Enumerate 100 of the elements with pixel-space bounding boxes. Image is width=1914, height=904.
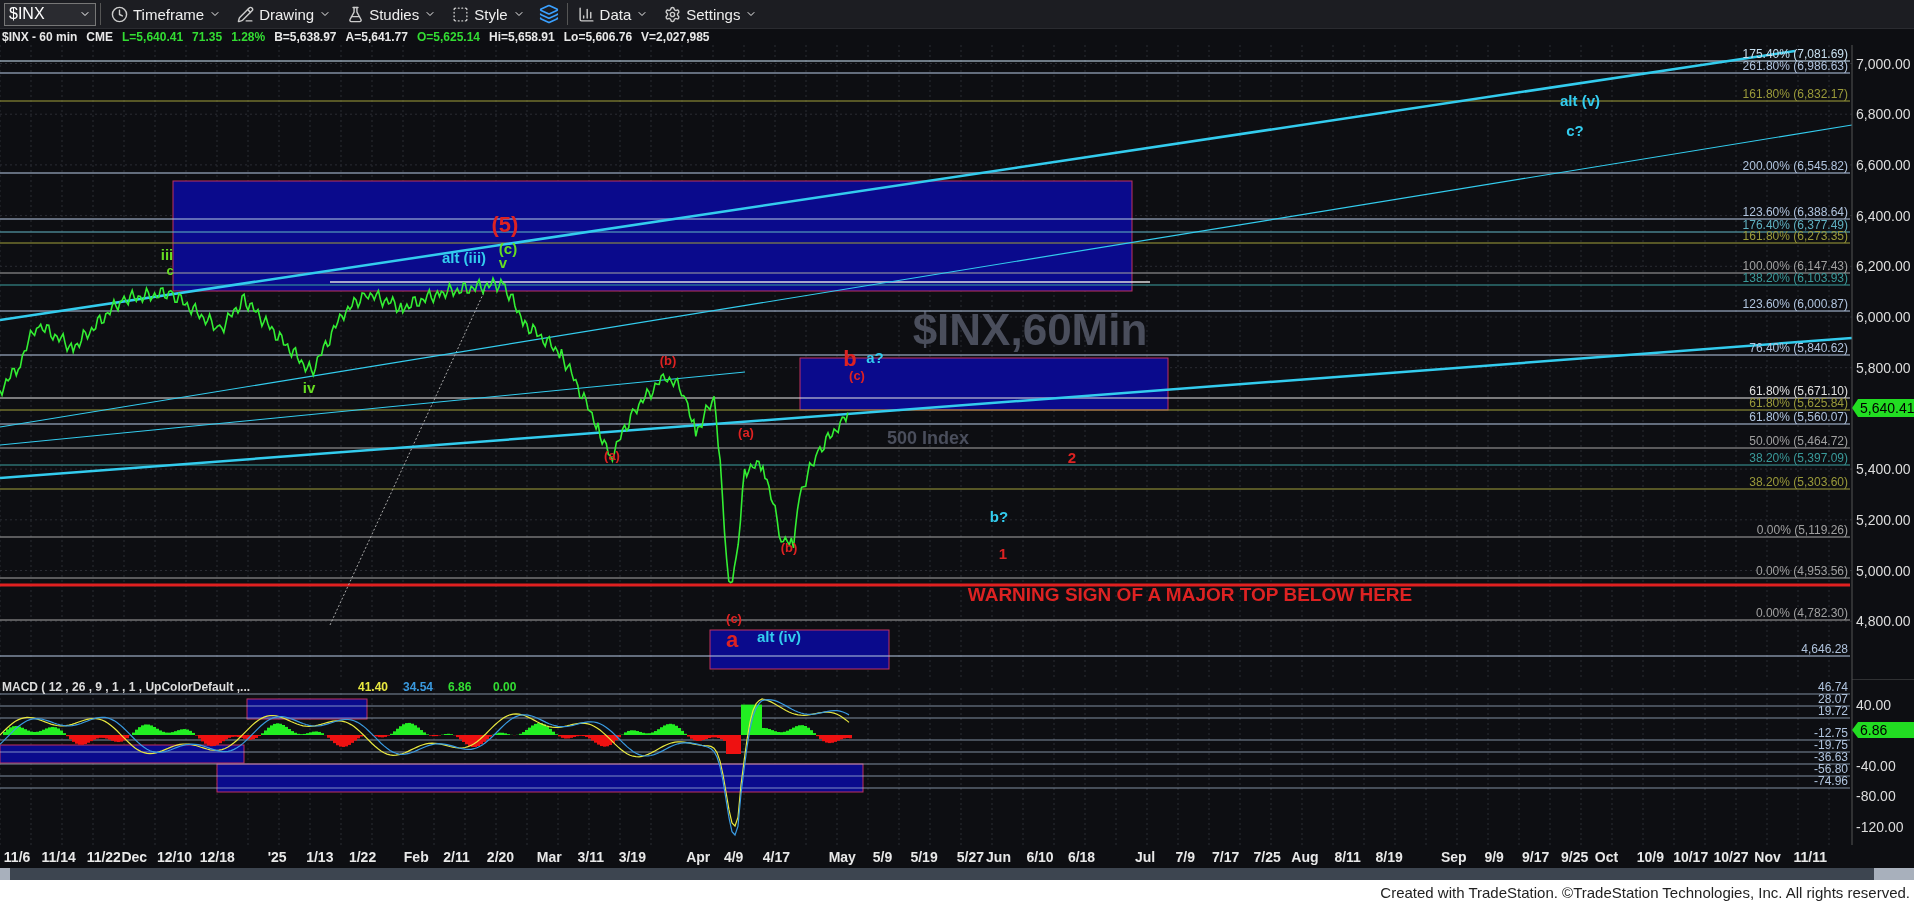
price-axis-label: 6,000.00 [1856,309,1911,325]
fib-level-label: 61.80% (5,625.84) [1749,396,1848,410]
fib-level-label: 123.60% (6,388.64) [1742,205,1848,219]
time-axis-label: 11/14 [41,849,76,865]
time-axis-label: Oct [1594,849,1619,865]
macd-level-label: -56.80 [1813,762,1848,776]
toolbar-menu[interactable]: Timeframe [105,2,228,26]
pencil-icon [237,5,255,23]
quote-value: 71.35 [192,30,223,44]
wave-label: c [166,263,174,278]
time-axis-label: 11/11 [1793,849,1828,865]
fib-level-label: 261.80% (6,986.63) [1742,59,1848,73]
scrollbar[interactable] [0,868,1914,880]
macd-level-label: 46.74 [1817,680,1848,694]
time-axis-label: 7/17 [1211,849,1240,865]
price-axis-label: 7,000.00 [1856,55,1911,72]
macd-level-label: 28.07 [1817,692,1848,706]
quote-value: CME [86,30,114,44]
fib-level-label: 123.60% (6,000.87) [1742,297,1848,311]
fib-level-label: 50.00% (5,464.72) [1749,434,1848,448]
macd-value: 0.00 [493,680,517,694]
time-axis-label: Sep [1441,849,1467,865]
toolbar-menu[interactable]: Studies [341,2,443,26]
time-axis-label: 8/11 [1334,849,1361,865]
chart-watermark: 500 Index [887,428,969,448]
fib-level-label: 200.00% (6,545.82) [1742,159,1848,173]
time-axis-label: Dec [121,849,148,865]
fib-level-label: 176.40% (6,377.49) [1742,218,1848,232]
macd-value: 6.86 [448,680,472,694]
quote-value: O=5,625.14 [416,30,480,44]
time-axis-label: 9/25 [1561,849,1589,865]
flask-icon [347,5,365,23]
wave-label: iv [302,379,316,396]
time-axis-label: 3/19 [618,849,646,865]
dashed-square-icon [452,5,470,23]
wave-label: b? [989,508,1009,525]
macd-title: MACD ( 12 , 26 , 9 , 1 , 1 , UpColorDefault ,... [2,680,251,694]
time-axis-label: 1/13 [306,849,334,865]
time-axis-label: 5/19 [910,849,938,865]
time-axis-label: 2/11 [443,849,470,865]
clock-icon [111,5,128,23]
time-axis-label: 4/9 [723,849,744,865]
wave-label: (a) [738,425,754,440]
macd-value: 34.54 [403,680,434,694]
time-axis-label: 7/25 [1253,849,1281,865]
time-axis-label: May [828,849,856,865]
settings-icon [664,5,682,23]
wave-label: 2 [1067,449,1077,466]
fib-level-label: 161.80% (6,832.17) [1742,87,1848,101]
price-axis-label: 6,400.00 [1856,207,1911,224]
wave-label: 1 [998,545,1008,562]
time-axis-label: Aug [1291,849,1319,865]
macd-level-label: -36.63 [1813,750,1848,764]
fib-level-label: 100.00% (6,147.43) [1742,259,1848,273]
time-axis-label: 5/9 [872,849,893,865]
price-axis-label: 5,200.00 [1856,511,1911,528]
time-axis-label: 10/17 [1673,849,1709,865]
toolbar-menu[interactable]: Drawing [231,2,338,26]
time-axis-label: 9/9 [1484,849,1504,865]
time-axis-label: Mar [536,849,562,865]
macd-axis-label: -120.00 [1856,819,1904,835]
fib-level-label: 61.80% (5,560.07) [1749,410,1848,424]
price-axis-label: 5,000.00 [1856,562,1911,579]
time-axis-label: 4/17 [762,849,790,865]
bar-chart-icon [577,5,595,23]
price-axis-label: 5,400.00 [1856,461,1911,478]
fib-level-label: 138.20% (6,103.93) [1742,271,1848,285]
symbol-dropdown[interactable]: $INX [4,2,96,26]
time-axis-label: 6/18 [1067,849,1096,865]
macd-axis-label: -40.00 [1856,758,1896,774]
toolbar-menu[interactable]: Settings [658,2,764,26]
price-axis-label: 6,600.00 [1856,156,1911,173]
time-axis-label: Nov [1754,849,1781,865]
quote-value: Hi=5,658.91 [489,30,555,44]
toolbar-menu[interactable]: Style [446,2,531,26]
fib-level-label: 0.00% (4,953.56) [1755,564,1848,578]
time-axis-label: 12/18 [199,849,235,865]
time-axis-label: 5/27 [956,849,985,865]
footer-text: Created with TradeStation. ©TradeStation Technologies, Inc. All rights reserved. [1380,883,1910,901]
time-axis-label: 3/11 [577,849,605,865]
toolbar-menu[interactable]: Data [571,2,655,26]
time-axis-label: Jun [986,849,1011,865]
time-axis-label: 10/27 [1713,849,1749,865]
price-axis-label: 6,800.00 [1856,106,1911,123]
time-axis-label: '25 [267,849,287,865]
macd-axis-label: -80.00 [1856,788,1896,804]
wave-label: c? [1566,122,1584,139]
wave-label: iii [160,246,174,263]
macd-level-label: -19.75 [1813,738,1848,752]
time-axis-label: Feb [403,849,429,865]
wave-label: (b) [780,540,798,555]
time-axis-label: Apr [686,849,711,865]
wave-label: alt (iv) [756,628,802,645]
time-axis-label: 11/6 [3,849,31,865]
wave-label: alt (iii) [441,249,487,266]
time-axis-label: 11/22 [86,849,121,865]
quote-value: $INX - 60 min [2,30,78,44]
wave-label: (b) [659,353,677,368]
last-value-tag: 6.86 [1852,722,1914,738]
quote-value: L=5,640.41 [122,30,184,44]
